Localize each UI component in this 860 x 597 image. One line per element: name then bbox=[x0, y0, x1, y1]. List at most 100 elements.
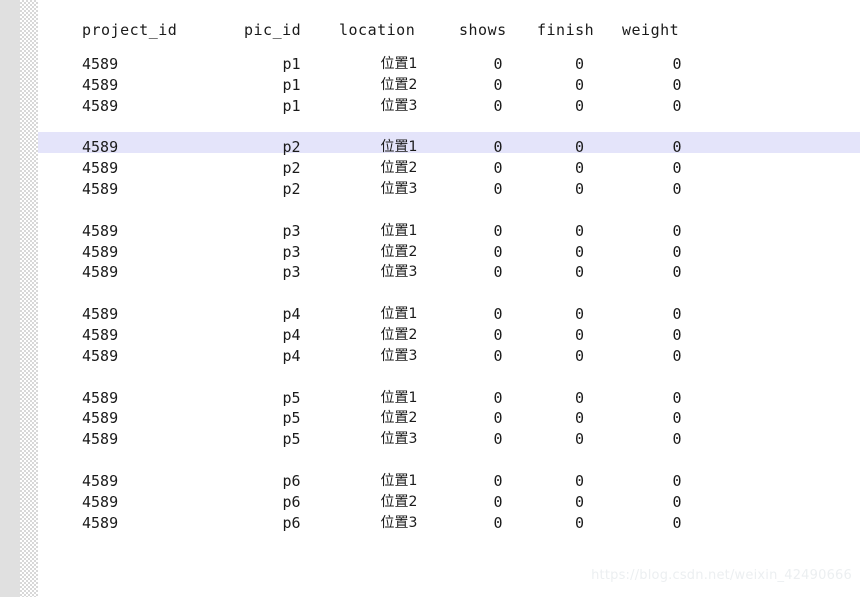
cell-finish: 0 bbox=[574, 242, 585, 261]
cell-pic-id: p2 bbox=[282, 138, 301, 157]
cell-project-id: 4589 bbox=[82, 409, 119, 428]
cell-finish: 0 bbox=[574, 409, 585, 428]
cell-pic-id: p2 bbox=[282, 179, 301, 198]
group-separator-row bbox=[38, 367, 732, 388]
table-row[interactable]: 4589 p1 位置3 0 0 0 bbox=[38, 96, 732, 117]
cell-finish: 0 bbox=[574, 75, 585, 94]
group-separator-cell bbox=[38, 200, 732, 221]
cell-shows: 0 bbox=[493, 492, 503, 511]
table-row[interactable]: 4589 p5 位置1 0 0 0 bbox=[38, 388, 732, 409]
cell-pic-id: p1 bbox=[282, 96, 301, 115]
group-separator-cell bbox=[38, 116, 732, 137]
cell-finish: 0 bbox=[574, 96, 585, 115]
table-row[interactable]: 4589 p5 位置2 0 0 0 bbox=[38, 408, 732, 429]
cell-location: 位置1 bbox=[380, 472, 418, 489]
cell-finish: 0 bbox=[574, 221, 585, 240]
cell-pic-id: p6 bbox=[282, 513, 301, 532]
cell-location: 位置3 bbox=[380, 264, 418, 281]
cell-finish: 0 bbox=[574, 179, 585, 198]
cell-location: 位置3 bbox=[380, 97, 418, 114]
cell-weight: 0 bbox=[672, 263, 682, 282]
cell-shows: 0 bbox=[493, 242, 503, 261]
cell-project-id: 4589 bbox=[82, 471, 119, 490]
cell-shows: 0 bbox=[493, 179, 503, 198]
column-header-pic-id[interactable]: pic_id bbox=[244, 20, 339, 54]
cell-finish: 0 bbox=[574, 388, 585, 407]
cell-shows: 0 bbox=[493, 305, 503, 324]
cell-shows: 0 bbox=[493, 263, 503, 282]
table-row[interactable]: 4589 p4 位置3 0 0 0 bbox=[38, 346, 732, 367]
group-separator-cell bbox=[38, 450, 732, 471]
cell-project-id: 4589 bbox=[82, 388, 119, 407]
cell-project-id: 4589 bbox=[82, 159, 119, 178]
cell-weight: 0 bbox=[672, 492, 682, 511]
cell-location: 位置2 bbox=[380, 160, 418, 177]
table-row[interactable]: 4589 p2 位置1 0 0 0 bbox=[38, 137, 732, 158]
table-row[interactable]: 4589 p3 位置3 0 0 0 bbox=[38, 262, 732, 283]
cell-location: 位置1 bbox=[380, 389, 418, 406]
cell-shows: 0 bbox=[493, 55, 503, 73]
cell-project-id: 4589 bbox=[82, 346, 119, 365]
table-row[interactable]: 4589 p1 位置1 0 0 0 bbox=[38, 54, 732, 75]
cell-shows: 0 bbox=[493, 471, 503, 490]
cell-pic-id: p5 bbox=[282, 409, 301, 428]
group-separator-row bbox=[38, 200, 732, 221]
cell-finish: 0 bbox=[574, 346, 585, 365]
cell-finish: 0 bbox=[574, 138, 585, 157]
cell-pic-id: p6 bbox=[282, 492, 301, 511]
cell-location: 位置3 bbox=[380, 180, 418, 197]
group-separator-row bbox=[38, 283, 732, 304]
table-row[interactable]: 4589 p3 位置2 0 0 0 bbox=[38, 242, 732, 263]
cell-shows: 0 bbox=[493, 75, 503, 94]
cell-project-id: 4589 bbox=[82, 138, 119, 157]
watermark-text: https://blog.csdn.net/weixin_42490666 bbox=[591, 568, 852, 583]
cell-pic-id: p4 bbox=[282, 325, 301, 344]
cell-finish: 0 bbox=[574, 325, 585, 344]
cell-shows: 0 bbox=[493, 221, 503, 240]
cell-location: 位置1 bbox=[380, 56, 418, 72]
column-header-shows[interactable]: shows bbox=[459, 20, 537, 54]
cell-location: 位置2 bbox=[380, 76, 418, 93]
table-row[interactable]: 4589 p2 位置3 0 0 0 bbox=[38, 179, 732, 200]
cell-finish: 0 bbox=[574, 471, 585, 490]
table-row[interactable]: 4589 p2 位置2 0 0 0 bbox=[38, 158, 732, 179]
cell-weight: 0 bbox=[672, 409, 682, 428]
column-header-location[interactable]: location bbox=[339, 20, 459, 54]
cell-project-id: 4589 bbox=[82, 179, 119, 198]
cell-weight: 0 bbox=[672, 430, 682, 449]
cell-weight: 0 bbox=[672, 138, 682, 157]
table-row[interactable]: 4589 p6 位置2 0 0 0 bbox=[38, 492, 732, 513]
table-row[interactable]: 4589 p4 位置2 0 0 0 bbox=[38, 325, 732, 346]
group-separator-row bbox=[38, 116, 732, 137]
cell-location: 位置2 bbox=[380, 410, 418, 427]
table-body: 4589 p1 位置1 0 0 0 4589 p1 位置2 0 0 0 4589 p1 位置3 0 0 0 4589… bbox=[38, 54, 732, 533]
table-row[interactable]: 4589 p4 位置1 0 0 0 bbox=[38, 304, 732, 325]
table-row[interactable]: 4589 p3 位置1 0 0 0 bbox=[38, 221, 732, 242]
cell-weight: 0 bbox=[672, 471, 682, 490]
cell-location: 位置3 bbox=[380, 347, 418, 364]
column-header-project-id[interactable]: project_id bbox=[38, 20, 244, 54]
cell-location: 位置1 bbox=[380, 222, 418, 239]
cell-shows: 0 bbox=[493, 159, 503, 178]
table-row[interactable]: 4589 p1 位置2 0 0 0 bbox=[38, 75, 732, 96]
header-row: project_id pic_id location shows finish … bbox=[38, 20, 732, 54]
cell-project-id: 4589 bbox=[82, 325, 119, 344]
page-left-margin bbox=[0, 0, 20, 597]
cell-project-id: 4589 bbox=[82, 513, 119, 532]
cell-weight: 0 bbox=[672, 325, 682, 344]
cell-pic-id: p3 bbox=[282, 221, 301, 240]
cell-location: 位置1 bbox=[380, 306, 418, 323]
table-row[interactable]: 4589 p5 位置3 0 0 0 bbox=[38, 429, 732, 450]
table-row[interactable]: 4589 p6 位置3 0 0 0 bbox=[38, 513, 732, 534]
cell-pic-id: p5 bbox=[282, 388, 301, 407]
column-header-finish[interactable]: finish bbox=[537, 20, 622, 54]
cell-shows: 0 bbox=[493, 430, 503, 449]
table-row[interactable]: 4589 p6 位置1 0 0 0 bbox=[38, 471, 732, 492]
cell-pic-id: p4 bbox=[282, 346, 301, 365]
cell-weight: 0 bbox=[672, 513, 682, 532]
cell-pic-id: p3 bbox=[282, 242, 301, 261]
cell-project-id: 4589 bbox=[82, 492, 119, 511]
cell-weight: 0 bbox=[672, 96, 682, 115]
result-grid-screen: project_id pic_id location shows finish … bbox=[0, 0, 860, 597]
column-header-weight[interactable]: weight bbox=[622, 20, 732, 54]
